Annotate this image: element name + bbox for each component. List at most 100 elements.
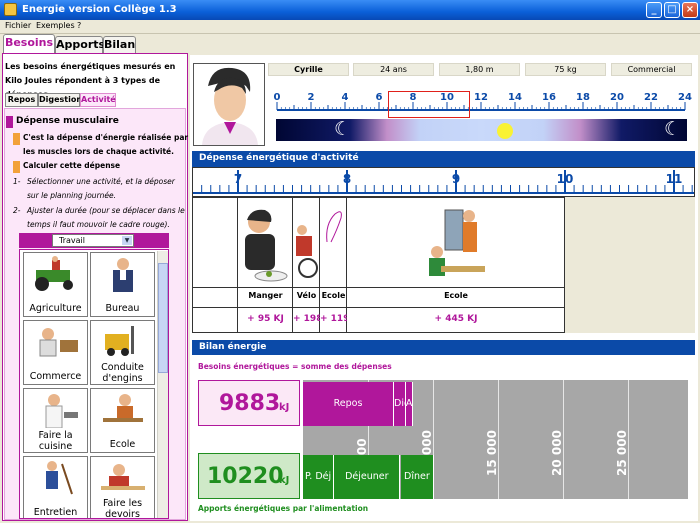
needs-value: 9883	[219, 391, 281, 416]
card-faire-devoirs[interactable]: Faire les devoirs	[90, 456, 155, 519]
activity-cards: Agriculture Bureau Commerce Conduite d'en…	[19, 249, 169, 519]
chart-axis-label: 15 000	[485, 430, 499, 476]
tab-apports[interactable]: Apports	[55, 36, 105, 53]
step1-line1: Sélectionner une activité, et la déposer	[27, 177, 175, 186]
definition-line1: C'est la dépense d'énergie réalisée par	[23, 133, 189, 142]
title-bar: Energie version Collège 1.3 _ □ ×	[0, 0, 700, 20]
activity-label-manger: Manger	[248, 291, 283, 300]
activity-label-velo: Vélo	[296, 291, 317, 300]
day-ruler-label: 20	[610, 92, 624, 103]
day-ruler-label: 24	[678, 92, 692, 103]
supply-segment[interactable]: P. Déj	[303, 455, 335, 499]
chart-axis-label: 25 000	[615, 430, 629, 476]
tab-bilan[interactable]: Bilan	[103, 36, 136, 53]
supply-value: 10220	[207, 464, 284, 489]
cook-icon	[45, 394, 78, 428]
card-conduite-engins[interactable]: Conduite d'engins	[90, 320, 155, 385]
needs-caption: Besoins énergétiques = somme des dépense…	[198, 362, 392, 371]
card-label: Ecole	[109, 439, 136, 450]
chart-axis-label: 20 000	[550, 430, 564, 476]
energy-balance-chart: 5 00010 00015 00020 00025 000ReposDigAcP…	[303, 380, 688, 499]
time-window-frame[interactable]	[388, 91, 470, 118]
card-ecole[interactable]: Ecole	[90, 388, 155, 453]
subtab-digestion[interactable]: Digestion	[38, 93, 82, 107]
needs-segment[interactable]: Ac	[405, 382, 414, 426]
scrollbar-thumb[interactable]	[158, 263, 168, 373]
heading-bullet-icon	[6, 116, 13, 128]
day-ruler-label: 22	[644, 92, 658, 103]
category-select[interactable]: Travail ▼	[52, 234, 134, 247]
sun-icon	[497, 123, 513, 139]
supply-unit: kJ	[279, 475, 290, 486]
activity-kj-velo: + 198	[293, 314, 320, 324]
day-ruler-label: 16	[542, 92, 556, 103]
moon-icon: ☾	[334, 118, 352, 140]
day-ruler-label: 14	[508, 92, 522, 103]
card-label: Conduite d'engins	[101, 362, 144, 384]
needs-total-box: 9883 kJ	[198, 380, 300, 426]
school-walk-icon	[326, 211, 342, 243]
chevron-down-icon[interactable]: ▼	[122, 236, 132, 245]
person-portrait-icon	[202, 67, 258, 145]
minimize-button[interactable]: _	[646, 2, 662, 18]
step1-line2: sur le planning journée.	[27, 191, 117, 200]
cleaning-icon	[46, 461, 73, 495]
office-worker-icon	[113, 258, 133, 292]
person-job: Commercial	[611, 63, 692, 76]
day-ruler-label: 6	[376, 92, 383, 103]
card-label: Bureau	[105, 303, 140, 314]
card-label: Faire les devoirs	[102, 498, 143, 519]
homework-icon	[101, 464, 145, 490]
needs-segment[interactable]: Repos	[303, 382, 394, 426]
maximize-button[interactable]: □	[664, 2, 680, 18]
school-icon	[103, 394, 143, 422]
app-icon	[4, 3, 17, 16]
definition-line2: les muscles lors de chaque activité.	[23, 147, 174, 156]
calc-bullet-icon	[13, 161, 20, 173]
card-entretien[interactable]: Entretien	[23, 456, 88, 518]
card-commerce[interactable]: Commerce	[23, 320, 88, 385]
menu-help[interactable]: ?	[77, 21, 81, 30]
day-ruler-label: 0	[274, 92, 281, 103]
person-weight: 75 kg	[525, 63, 606, 76]
activity-kj-ecole: + 119	[320, 314, 347, 324]
activity-kj-ecole-long: + 445 KJ	[434, 314, 478, 324]
step2-line2: temps il faut mouvoir le cadre rouge).	[27, 220, 170, 229]
zoom-ruler-label: 11	[666, 172, 683, 186]
zoom-ruler: 7 8 9 10 11	[193, 170, 694, 194]
subtab-repos[interactable]: Repos	[5, 93, 38, 107]
menu-fichier[interactable]: Fichier	[5, 21, 31, 30]
day-ruler-label: 2	[308, 92, 315, 103]
bilan-section-title: Bilan énergie	[192, 340, 695, 356]
window-title: Energie version Collège 1.3	[22, 4, 177, 15]
activity-heading: Dépense musculaire	[16, 116, 119, 126]
shop-icon	[39, 328, 78, 357]
zoom-ruler-label: 7	[234, 172, 242, 186]
close-button[interactable]: ×	[682, 2, 698, 18]
person-height: 1,80 m	[439, 63, 520, 76]
eating-person-icon	[245, 209, 288, 282]
cards-scrollbar[interactable]	[157, 251, 168, 518]
forklift-icon	[105, 326, 134, 356]
step1-number: 1-	[13, 177, 21, 186]
subtab-activite[interactable]: Activité	[80, 93, 116, 107]
card-bureau[interactable]: Bureau	[90, 252, 155, 317]
tab-besoins[interactable]: Besoins	[3, 34, 55, 53]
card-faire-cuisine[interactable]: Faire la cuisine	[23, 388, 88, 453]
avatar	[193, 63, 265, 146]
person-age: 24 ans	[353, 63, 434, 76]
menu-exemples[interactable]: Exemples	[36, 21, 75, 30]
needs-segment[interactable]: Dig	[394, 382, 406, 426]
zoom-timeline: 7 8 9 10 11	[192, 167, 695, 197]
activity-kj-manger: + 95 KJ	[247, 314, 284, 324]
card-agriculture[interactable]: Agriculture	[23, 252, 88, 317]
category-select-value: Travail	[59, 236, 85, 245]
activity-section-title: Dépense énergétique d'activité	[192, 151, 695, 167]
day-ruler: 0 2 4 6 8 10 12 14 16 18 20 22 24	[274, 92, 692, 111]
calc-title: Calculer cette dépense	[23, 161, 121, 170]
zoom-ruler-label: 8	[343, 172, 351, 186]
supply-segment[interactable]: Dîner	[400, 455, 435, 499]
supply-segment[interactable]: Déjeuner	[334, 455, 401, 499]
day-ruler-label: 12	[474, 92, 488, 103]
cyclist-icon	[296, 225, 318, 278]
